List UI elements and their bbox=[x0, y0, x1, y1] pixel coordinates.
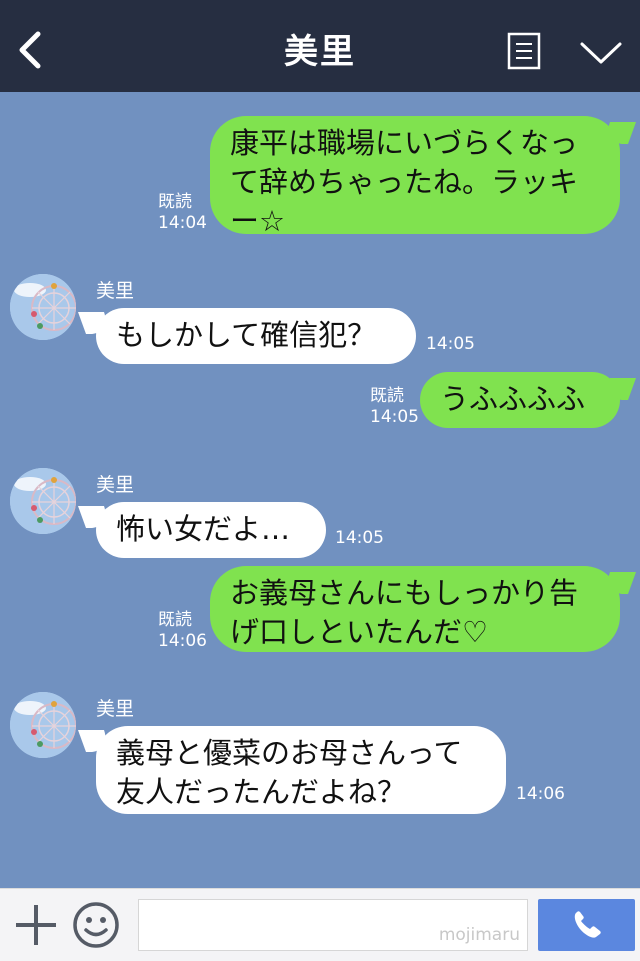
message-meta: 既読 14:05 bbox=[370, 386, 419, 428]
read-receipt: 既読 bbox=[370, 386, 404, 406]
chevron-down-icon[interactable] bbox=[578, 36, 624, 68]
message-time: 14:05 bbox=[370, 407, 419, 427]
avatar[interactable] bbox=[10, 692, 76, 758]
call-button[interactable] bbox=[538, 899, 635, 951]
smiley-icon[interactable] bbox=[72, 901, 120, 949]
chat-area[interactable]: 康平は職場にいづらくなって辞めちゃったね。ラッキー☆ 既読 14:04 美里 も… bbox=[0, 92, 640, 888]
message-meta: 既読 14:04 bbox=[158, 192, 207, 234]
message-time: 14:06 bbox=[158, 631, 207, 651]
watermark-text: mojimaru bbox=[438, 925, 520, 945]
phone-icon bbox=[574, 911, 601, 938]
incoming-message-bubble[interactable]: もしかして確信犯？ bbox=[96, 308, 416, 364]
read-receipt: 既読 bbox=[158, 610, 192, 630]
outgoing-message-bubble[interactable]: お義母さんにもしっかり告げ口しといたんだ♡ bbox=[210, 566, 620, 652]
chat-header: 美里 bbox=[0, 0, 640, 92]
message-time: 14:05 bbox=[426, 334, 475, 354]
outgoing-message-bubble[interactable]: 康平は職場にいづらくなって辞めちゃったね。ラッキー☆ bbox=[210, 116, 620, 238]
avatar[interactable] bbox=[10, 468, 76, 534]
message-text: 義母と優菜のお母さんって友人だったんだよね？ bbox=[116, 736, 463, 809]
message-time: 14:04 bbox=[158, 213, 207, 233]
message-text: 怖い女だよ… bbox=[116, 512, 291, 546]
chat-title: 美里 bbox=[284, 32, 356, 72]
message-text: もしかして確信犯？ bbox=[116, 318, 377, 352]
ferris-wheel-avatar-icon bbox=[10, 692, 76, 758]
message-text: お義母さんにもしっかり告げ口しといたんだ♡ bbox=[230, 576, 579, 649]
sender-name: 美里 bbox=[96, 474, 135, 496]
ferris-wheel-avatar-icon bbox=[10, 274, 76, 340]
plus-icon[interactable] bbox=[14, 903, 58, 947]
sender-name: 美里 bbox=[96, 698, 135, 720]
message-time: 14:06 bbox=[516, 784, 565, 804]
message-time: 14:05 bbox=[335, 528, 384, 548]
incoming-message-bubble[interactable]: 怖い女だよ… bbox=[96, 502, 326, 558]
incoming-message-bubble[interactable]: 義母と優菜のお母さんって友人だったんだよね？ bbox=[96, 726, 506, 814]
message-text: うふふふふ bbox=[440, 382, 586, 416]
avatar[interactable] bbox=[10, 274, 76, 340]
sender-name: 美里 bbox=[96, 280, 135, 302]
message-text: 康平は職場にいづらくなって辞めちゃったね。ラッキー☆ bbox=[230, 126, 579, 238]
message-meta: 既読 14:06 bbox=[158, 610, 207, 652]
ferris-wheel-avatar-icon bbox=[10, 468, 76, 534]
menu-list-icon[interactable] bbox=[507, 32, 541, 70]
message-input-bar: mojimaru bbox=[0, 888, 640, 961]
read-receipt: 既読 bbox=[158, 192, 192, 212]
outgoing-message-bubble[interactable]: うふふふふ bbox=[420, 372, 620, 428]
